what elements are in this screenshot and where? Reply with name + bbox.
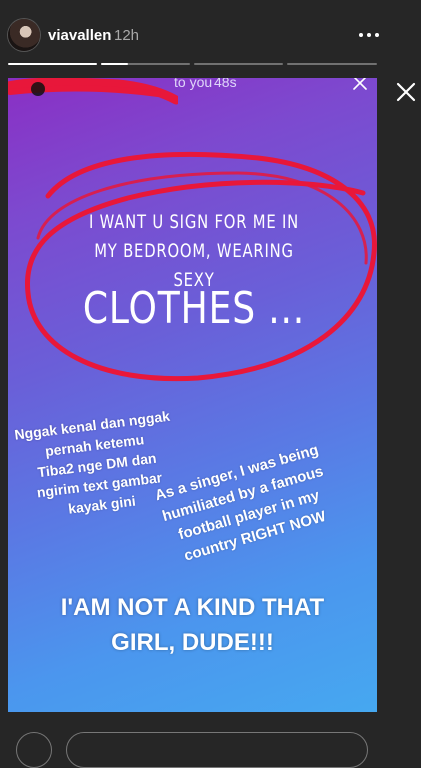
close-icon[interactable] xyxy=(394,80,418,104)
dm-message-line2: CLOTHES ... xyxy=(82,283,306,334)
story-content[interactable]: to you 48s I WANT U SIGN FOR ME IN MY BE… xyxy=(8,78,377,712)
more-icon[interactable] xyxy=(359,33,379,39)
progress-segment-2 xyxy=(101,63,190,65)
headline-line: GIRL, DUDE!!! xyxy=(111,629,274,656)
post-time: 12h xyxy=(114,27,140,44)
dm-message-line1: I WANT U SIGN FOR ME IN MY BEDROOM, WEAR… xyxy=(89,211,299,291)
headline-caption: I'AM NOT A KIND THAT GIRL, DUDE!!! xyxy=(8,590,377,660)
story-progress xyxy=(8,63,377,66)
story-header: viavallen 12h xyxy=(0,0,421,60)
camera-icon[interactable] xyxy=(16,732,52,768)
headline-line: I'AM NOT A KIND THAT xyxy=(60,594,325,621)
progress-segment-3 xyxy=(194,63,283,65)
avatar[interactable] xyxy=(8,19,40,51)
reply-input[interactable] xyxy=(66,732,368,768)
reply-bar xyxy=(0,730,421,768)
progress-segment-4 xyxy=(287,63,377,65)
username[interactable]: viavallen xyxy=(48,27,111,44)
progress-segment-1 xyxy=(8,63,97,65)
